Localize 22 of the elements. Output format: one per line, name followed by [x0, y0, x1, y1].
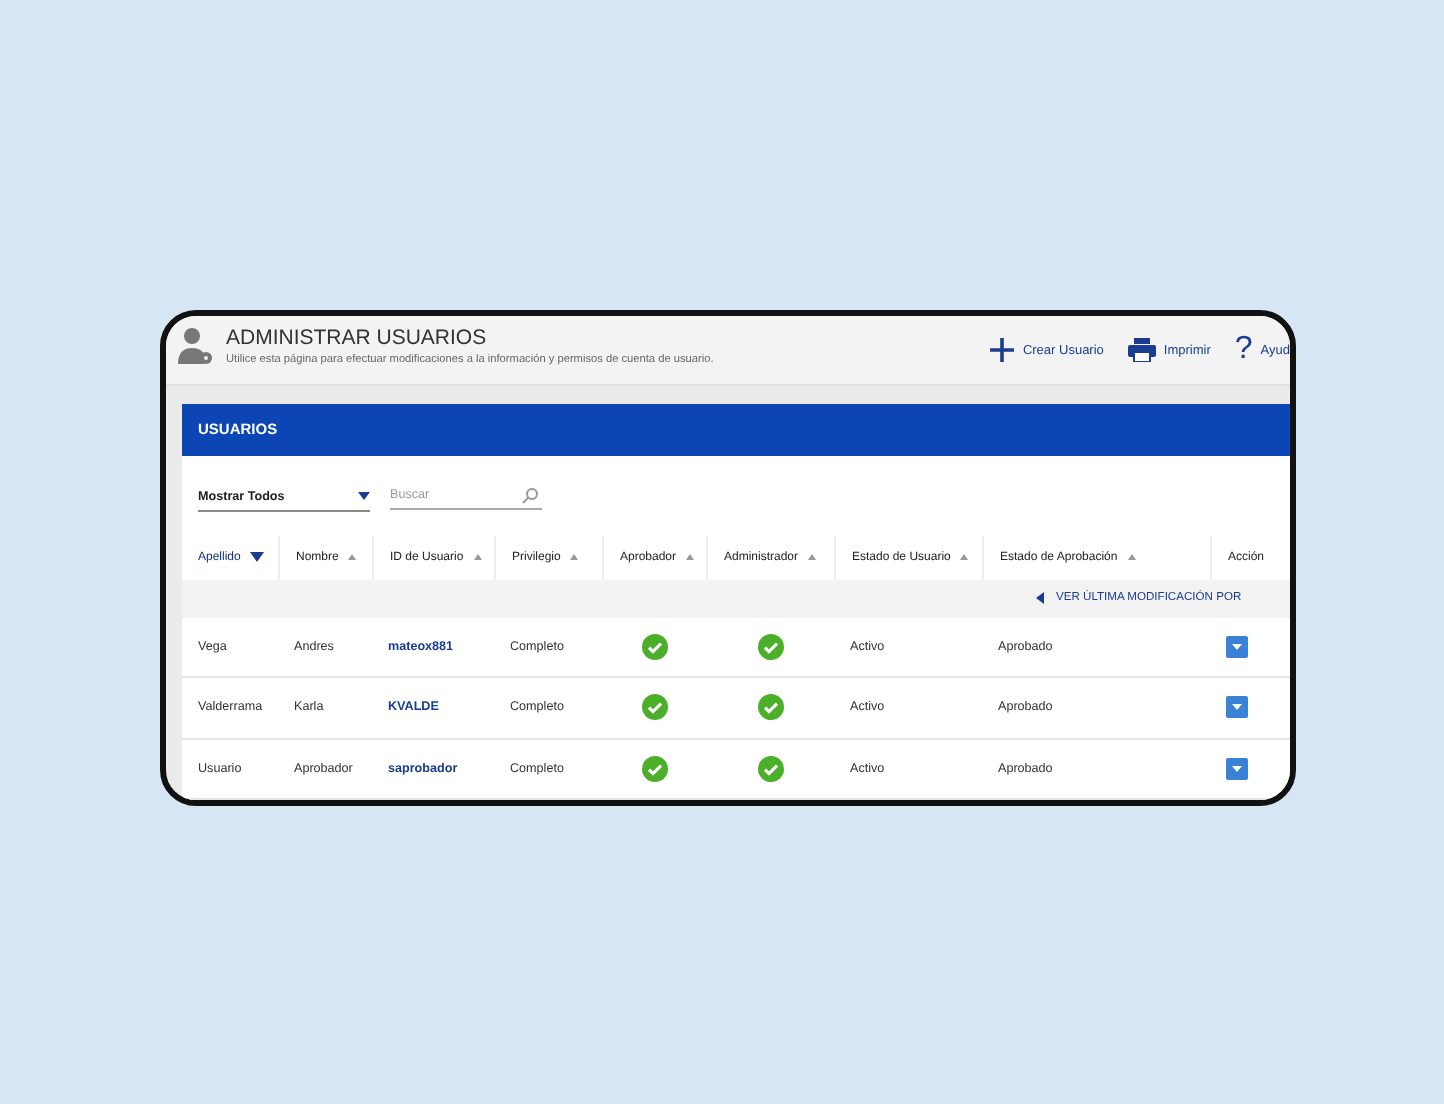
- caret-icon: [1232, 704, 1242, 711]
- printer-icon: [1127, 338, 1156, 362]
- action-dropdown-button[interactable]: [1226, 757, 1248, 780]
- sort-down-icon: [250, 552, 265, 562]
- sort-up-icon: [348, 554, 357, 560]
- sort-up-icon: [686, 554, 695, 560]
- sort-up-icon: [570, 554, 579, 560]
- sort-up-icon: [473, 554, 482, 560]
- caret-icon: [358, 492, 370, 500]
- sort-up-icon: [1127, 554, 1136, 560]
- question-icon: ?: [1234, 332, 1253, 368]
- plus-icon: [990, 338, 1015, 362]
- sort-up-icon: [960, 554, 969, 560]
- user-gear-icon: [178, 326, 214, 366]
- search-icon: [522, 487, 538, 503]
- left-arrow-icon: [1036, 592, 1044, 604]
- caret-icon: [1232, 643, 1242, 650]
- sort-up-icon: [808, 554, 817, 560]
- action-dropdown-button[interactable]: [1226, 696, 1248, 719]
- action-dropdown-button[interactable]: [1226, 635, 1248, 658]
- page-title: ADMINISTRAR USUARIOS: [226, 326, 489, 350]
- caret-icon: [1232, 765, 1242, 772]
